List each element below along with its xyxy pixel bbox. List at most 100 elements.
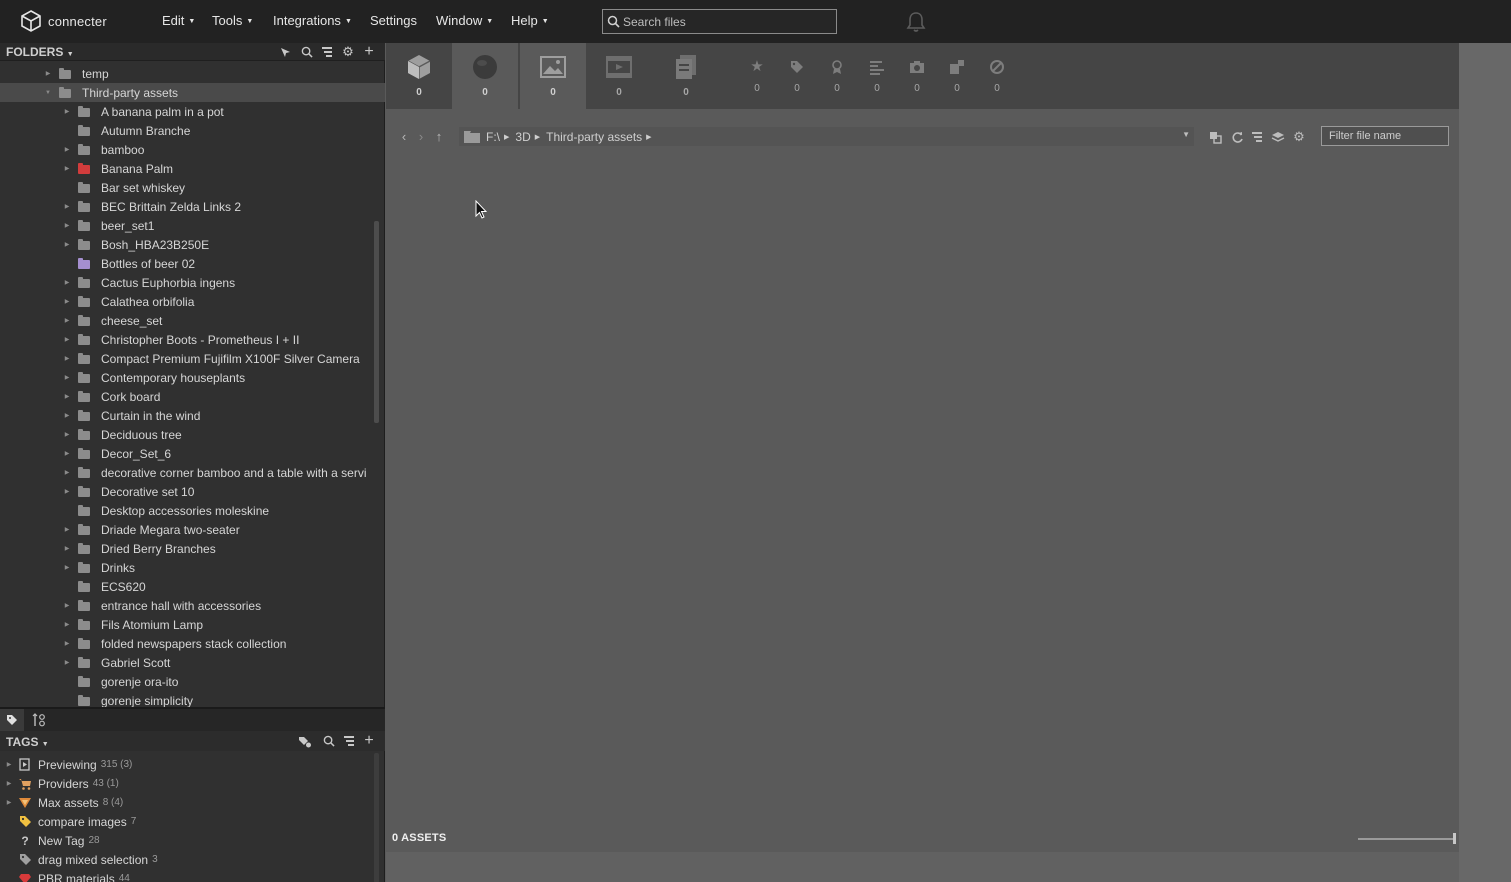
- folder-item[interactable]: ECS620: [0, 577, 372, 596]
- expand-arrow-icon[interactable]: ▶: [63, 602, 71, 609]
- expand-arrow-icon[interactable]: ▶: [63, 564, 71, 571]
- folder-item[interactable]: ▶ bamboo: [0, 140, 372, 159]
- expand-arrow-icon[interactable]: ▶: [63, 336, 71, 343]
- folder-item[interactable]: ▶ Cork board: [0, 387, 372, 406]
- list-view-icon[interactable]: [1250, 130, 1264, 144]
- menu-help[interactable]: Help ▼: [511, 13, 549, 28]
- filter-puzzle[interactable]: 0: [947, 59, 967, 94]
- expand-arrow-icon[interactable]: ▶: [63, 393, 71, 400]
- expand-arrow-icon[interactable]: ▶: [63, 640, 71, 647]
- folder-item[interactable]: ▶ Decor_Set_6: [0, 444, 372, 463]
- expand-arrow-icon[interactable]: ▶: [63, 412, 71, 419]
- menu-settings[interactable]: Settings: [370, 13, 417, 28]
- expand-arrow-icon[interactable]: ▶: [0, 780, 18, 787]
- folder-item[interactable]: Desktop accessories moleskine: [0, 501, 372, 520]
- tags-scrollbar[interactable]: [374, 753, 379, 882]
- menu-tools[interactable]: Tools ▼: [212, 13, 253, 28]
- expand-arrow-icon[interactable]: ▶: [63, 317, 71, 324]
- folder-item[interactable]: ▶ entrance hall with accessories: [0, 596, 372, 615]
- tag-item[interactable]: PBR materials 44: [0, 869, 372, 882]
- folder-item[interactable]: ▶ Decorative set 10: [0, 482, 372, 501]
- folder-item[interactable]: Bottles of beer 02: [0, 254, 372, 273]
- gear-icon[interactable]: ⚙: [1292, 129, 1306, 144]
- expand-arrow-icon[interactable]: ▶: [63, 488, 71, 495]
- tag-item[interactable]: ? New Tag 28: [0, 831, 372, 850]
- folder-item[interactable]: ▶ BEC Brittain Zelda Links 2: [0, 197, 372, 216]
- filter-camera[interactable]: 0: [907, 59, 927, 94]
- folder-item[interactable]: ▶ Gabriel Scott: [0, 653, 372, 672]
- folder-item[interactable]: ▶ folded newspapers stack collection: [0, 634, 372, 653]
- folder-item[interactable]: ▶ Dried Berry Branches: [0, 539, 372, 558]
- filter-favorites[interactable]: ★ 0: [747, 59, 767, 95]
- tag-filter-icon[interactable]: [298, 734, 312, 748]
- app-logo[interactable]: connecter: [20, 10, 107, 32]
- menu-window[interactable]: Window ▼: [436, 13, 493, 28]
- thumbnail-size-slider[interactable]: [1358, 838, 1456, 840]
- folder-item[interactable]: Autumn Branche: [0, 121, 372, 140]
- filter-file-name-box[interactable]: [1321, 126, 1449, 146]
- expand-arrow-icon[interactable]: ▶: [0, 761, 18, 768]
- expand-arrow-icon[interactable]: ▶: [63, 146, 71, 153]
- collapse-arrow-icon[interactable]: ▼: [44, 90, 52, 96]
- expand-arrow-icon[interactable]: ▶: [63, 621, 71, 628]
- folders-title[interactable]: FOLDERS ▼: [6, 45, 74, 59]
- breadcrumb-item[interactable]: 3D: [515, 130, 530, 144]
- expand-arrow-icon[interactable]: ▶: [63, 108, 71, 115]
- tree-view-icon[interactable]: [320, 45, 334, 59]
- folder-item[interactable]: ▶ A banana palm in a pot: [0, 102, 372, 121]
- type-tab-documents[interactable]: 0: [653, 43, 719, 109]
- expand-arrow-icon[interactable]: ▶: [63, 222, 71, 229]
- folder-item[interactable]: ▶ Christopher Boots - Prometheus I + II: [0, 330, 372, 349]
- expand-arrow-icon[interactable]: ▶: [63, 431, 71, 438]
- search-box[interactable]: [602, 9, 837, 34]
- tab-tags[interactable]: [0, 709, 24, 731]
- folder-tree-scrollbar[interactable]: [374, 221, 379, 423]
- expand-arrow-icon[interactable]: ▶: [63, 279, 71, 286]
- menu-edit[interactable]: Edit ▼: [162, 13, 195, 28]
- folder-item[interactable]: ▶ Drinks: [0, 558, 372, 577]
- notifications-bell-icon[interactable]: [906, 11, 926, 36]
- folder-item[interactable]: ▶ Curtain in the wind: [0, 406, 372, 425]
- folder-item[interactable]: ▶ Driade Megara two-seater: [0, 520, 372, 539]
- menu-integrations[interactable]: Integrations ▼: [273, 13, 352, 28]
- folder-item[interactable]: ▶ cheese_set: [0, 311, 372, 330]
- expand-arrow-icon[interactable]: ▶: [63, 374, 71, 381]
- filter-tags[interactable]: 0: [787, 59, 807, 94]
- type-tab-images[interactable]: 0: [520, 43, 586, 109]
- search-folders-icon[interactable]: [300, 45, 314, 59]
- expand-arrow-icon[interactable]: ▶: [63, 545, 71, 552]
- back-icon[interactable]: ‹: [397, 129, 411, 144]
- up-arrow-icon[interactable]: ↑: [432, 129, 446, 144]
- tag-item[interactable]: drag mixed selection 3: [0, 850, 372, 869]
- add-folder-icon[interactable]: +: [362, 43, 376, 60]
- tag-item[interactable]: ▶ Previewing 315 (3): [0, 755, 372, 774]
- forward-icon[interactable]: ›: [414, 129, 428, 144]
- layers-icon[interactable]: [1271, 130, 1285, 144]
- folder-item[interactable]: ▶ Bosh_HBA23B250E: [0, 235, 372, 254]
- slider-handle[interactable]: [1453, 833, 1456, 844]
- locate-icon[interactable]: [1208, 130, 1222, 144]
- breadcrumb[interactable]: F:\ ▶ 3D ▶ Third-party assets ▶ ▼: [459, 127, 1194, 146]
- type-tab-videos[interactable]: 0: [586, 43, 652, 109]
- expand-arrow-icon[interactable]: ▶: [63, 355, 71, 362]
- breadcrumb-item[interactable]: Third-party assets: [546, 130, 642, 144]
- filter-excluded[interactable]: 0: [987, 59, 1007, 94]
- search-input[interactable]: [623, 14, 823, 29]
- type-tab-materials[interactable]: 0: [452, 43, 518, 109]
- tree-view-icon[interactable]: [342, 734, 356, 748]
- folder-item[interactable]: ▶ decorative corner bamboo and a table wi…: [0, 463, 372, 482]
- tag-item[interactable]: compare images 7: [0, 812, 372, 831]
- expand-arrow-icon[interactable]: ▶: [63, 469, 71, 476]
- refresh-icon[interactable]: [1230, 130, 1244, 144]
- folder-item[interactable]: Bar set whiskey: [0, 178, 372, 197]
- expand-arrow-icon[interactable]: ▶: [63, 298, 71, 305]
- folder-item[interactable]: ▶ temp: [0, 64, 372, 83]
- filter-text[interactable]: 0: [867, 59, 887, 94]
- folder-item[interactable]: ▶ Deciduous tree: [0, 425, 372, 444]
- type-tab-3d-models[interactable]: 0: [386, 43, 452, 109]
- expand-arrow-icon[interactable]: ▶: [63, 241, 71, 248]
- folder-item[interactable]: ▶ Fils Atomium Lamp: [0, 615, 372, 634]
- folder-item[interactable]: ▶ beer_set1: [0, 216, 372, 235]
- expand-arrow-icon[interactable]: ▶: [0, 799, 18, 806]
- filter-awards[interactable]: 0: [827, 59, 847, 94]
